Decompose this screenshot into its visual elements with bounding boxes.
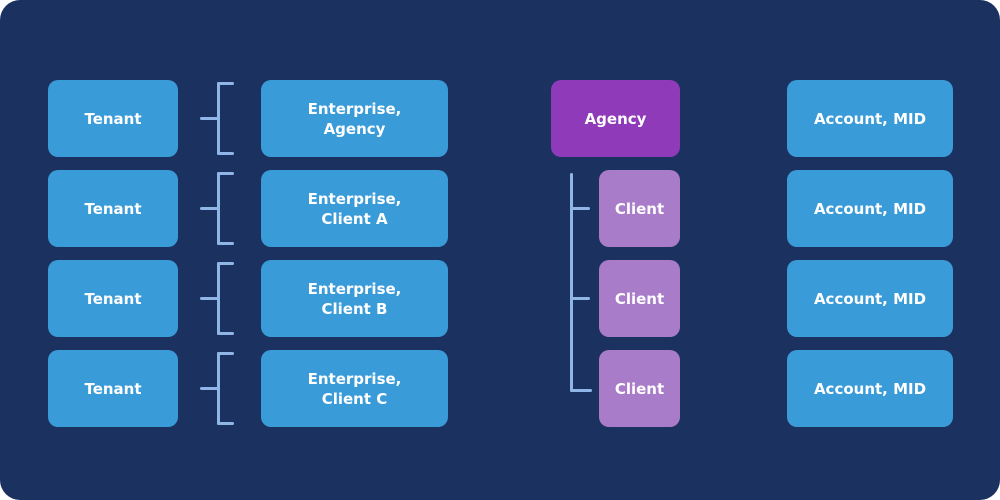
enterprise-label-line1: Enterprise, bbox=[307, 99, 402, 118]
account-label: Account, MID bbox=[813, 199, 927, 218]
tenant-label: Tenant bbox=[84, 289, 142, 308]
client-box: Client bbox=[599, 350, 680, 427]
enterprise-label-line1: Enterprise, bbox=[307, 279, 402, 298]
bracket-top bbox=[217, 262, 234, 265]
account-box: Account, MID bbox=[787, 350, 953, 427]
account-label: Account, MID bbox=[813, 379, 927, 398]
tenant-label: Tenant bbox=[84, 109, 142, 128]
tenant-box: Tenant bbox=[48, 350, 178, 427]
enterprise-label-line1: Enterprise, bbox=[307, 189, 402, 208]
bracket-spine bbox=[217, 262, 220, 335]
hierarchy-branch bbox=[570, 207, 590, 210]
account-label: Account, MID bbox=[813, 109, 927, 128]
bracket-top bbox=[217, 172, 234, 175]
client-label: Client bbox=[614, 379, 665, 398]
account-box: Account, MID bbox=[787, 170, 953, 247]
tenant-box: Tenant bbox=[48, 170, 178, 247]
bracket-bottom bbox=[217, 422, 234, 425]
bracket-bottom bbox=[217, 152, 234, 155]
enterprise-box: Enterprise, Client B bbox=[261, 260, 448, 337]
agency-label: Agency bbox=[584, 109, 647, 128]
bracket-spine bbox=[217, 82, 220, 155]
enterprise-label-line2: Client B bbox=[321, 299, 388, 318]
tenant-label: Tenant bbox=[84, 199, 142, 218]
tenant-box: Tenant bbox=[48, 260, 178, 337]
client-label: Client bbox=[614, 199, 665, 218]
bracket-bottom bbox=[217, 242, 234, 245]
enterprise-label-line2: Client A bbox=[321, 209, 388, 228]
hierarchy-branch bbox=[570, 297, 590, 300]
hierarchy-trunk bbox=[570, 173, 573, 392]
bracket-top bbox=[217, 352, 234, 355]
bracket-spine bbox=[217, 172, 220, 245]
bracket-bottom bbox=[217, 332, 234, 335]
account-box: Account, MID bbox=[787, 80, 953, 157]
bracket-top bbox=[217, 82, 234, 85]
enterprise-label-line2: Client C bbox=[321, 389, 388, 408]
enterprise-label-line1: Enterprise, bbox=[307, 369, 402, 388]
enterprise-box: Enterprise, Client A bbox=[261, 170, 448, 247]
hierarchy-branch bbox=[570, 389, 592, 392]
enterprise-box: Enterprise, Client C bbox=[261, 350, 448, 427]
client-box: Client bbox=[599, 170, 680, 247]
diagram-canvas: Tenant Enterprise, Agency Tenant Enterpr… bbox=[0, 0, 1000, 500]
account-label: Account, MID bbox=[813, 289, 927, 308]
agency-box: Agency bbox=[551, 80, 680, 157]
client-box: Client bbox=[599, 260, 680, 337]
tenant-box: Tenant bbox=[48, 80, 178, 157]
bracket-spine bbox=[217, 352, 220, 425]
tenant-label: Tenant bbox=[84, 379, 142, 398]
enterprise-box: Enterprise, Agency bbox=[261, 80, 448, 157]
enterprise-label-line2: Agency bbox=[323, 119, 386, 138]
account-box: Account, MID bbox=[787, 260, 953, 337]
client-label: Client bbox=[614, 289, 665, 308]
